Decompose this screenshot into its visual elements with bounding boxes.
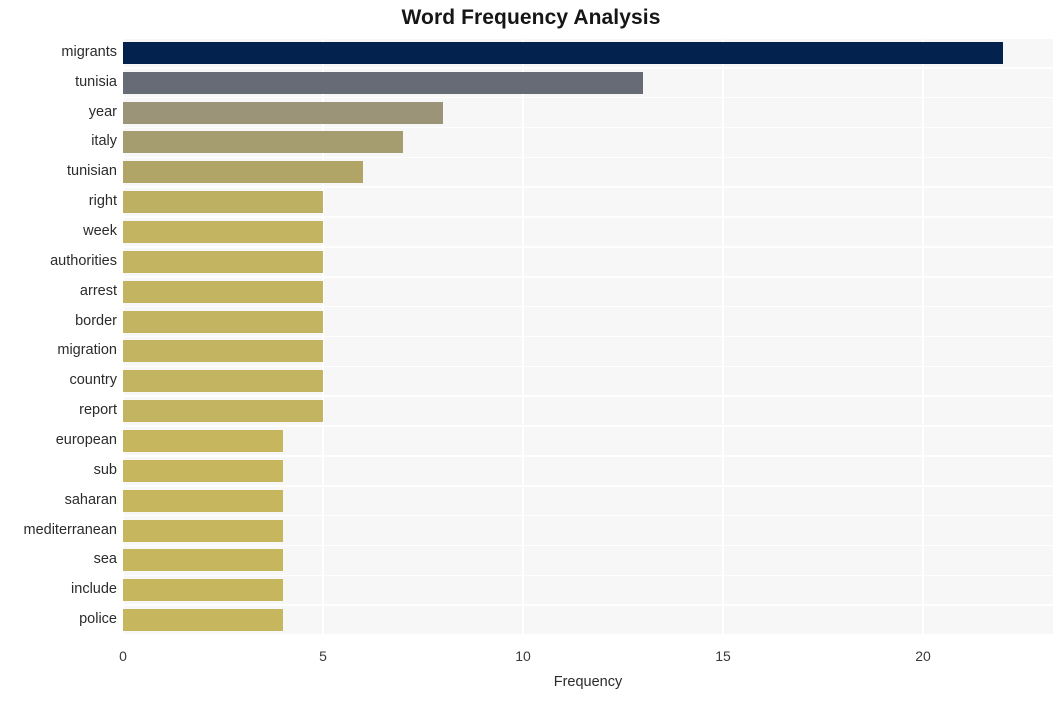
y-axis-label: sub (93, 461, 117, 478)
x-axis-tick: 0 (119, 648, 127, 664)
y-axis-label: week (83, 223, 117, 240)
y-axis-label: country (69, 372, 117, 389)
y-axis-label: migrants (61, 43, 117, 60)
word-frequency-chart: Word Frequency Analysis migrants tunisia y… (0, 0, 1062, 701)
y-axis-label: european (55, 431, 117, 448)
chart-title: Word Frequency Analysis (401, 6, 661, 29)
y-axis-label: border (75, 312, 117, 329)
x-axis-tick: 20 (915, 648, 931, 664)
x-axis-tick: 15 (715, 648, 731, 664)
y-axis-label: tunisia (75, 73, 117, 90)
y-axis-label: arrest (79, 282, 117, 299)
y-axis-label: year (88, 103, 117, 120)
y-axis-label: report (79, 402, 117, 419)
y-axis-label: mediterranean (23, 521, 118, 538)
y-axis-label: italy (91, 133, 117, 150)
y-axis-label: include (71, 581, 117, 598)
y-axis-label: police (79, 611, 117, 628)
x-axis-tick: 10 (515, 648, 531, 664)
y-axis-label: saharan (64, 491, 117, 508)
y-axis-category-labels: migrants tunisia year italy tunisian right wee… (0, 38, 1062, 635)
x-axis-title: Frequency (553, 674, 623, 690)
y-axis-label: authorities (50, 252, 117, 269)
y-axis-label: right (88, 193, 117, 210)
y-axis-label: tunisian (67, 163, 117, 180)
y-axis-label: migration (57, 342, 117, 359)
x-axis-tick: 5 (319, 648, 327, 664)
y-axis-label: sea (93, 551, 117, 568)
